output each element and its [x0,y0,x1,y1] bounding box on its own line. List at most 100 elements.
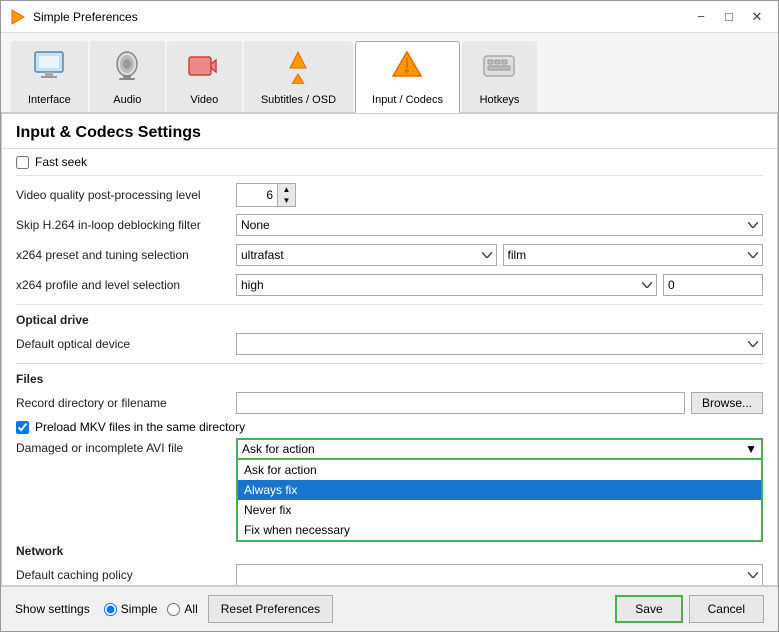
settings-scroll[interactable]: Fast seek Video quality post-processing … [2,149,777,585]
video-quality-spinbox[interactable]: ▲ ▼ [236,183,296,207]
dropdown-arrow-icon: ▼ [745,442,757,456]
tab-subtitles-label: Subtitles / OSD [261,94,336,106]
window-controls: − □ ✕ [688,4,770,30]
damaged-avi-selected: Ask for action [242,442,315,456]
all-radio-label[interactable]: All [167,602,197,616]
nav-tabs: Interface Audio Video [1,33,778,113]
damaged-avi-label: Damaged or incomplete AVI file [16,441,236,455]
audio-icon [109,48,145,91]
skip-deblock-label: Skip H.264 in-loop deblocking filter [16,218,236,232]
damaged-avi-control: Ask for action ▼ Ask for action Always f… [236,438,763,460]
section-heading: Input & Codecs Settings [2,114,777,149]
input-icon [389,48,425,91]
tab-hotkeys-label: Hotkeys [480,94,520,106]
damaged-avi-row: Damaged or incomplete AVI file Ask for a… [16,438,763,464]
network-spacer: Network Default caching policy HTTP prox… [16,544,763,585]
damaged-avi-dropdown[interactable]: Ask for action ▼ Ask for action Always f… [236,438,763,460]
damaged-avi-header[interactable]: Ask for action ▼ [236,438,763,460]
caching-policy-select[interactable] [236,564,763,585]
tab-input-label: Input / Codecs [372,94,443,106]
video-quality-label: Video quality post-processing level [16,188,236,202]
x264-level-input[interactable] [663,274,763,296]
cancel-button[interactable]: Cancel [689,595,764,623]
subtitles-icon [280,48,316,91]
maximize-button[interactable]: □ [716,4,742,30]
record-dir-control: Browse... [236,392,763,414]
skip-deblock-row: Skip H.264 in-loop deblocking filter Non… [16,212,763,238]
reset-button[interactable]: Reset Preferences [208,595,333,623]
optical-device-label: Default optical device [16,337,236,351]
fast-seek-row: Fast seek [16,155,763,169]
spinbox-up-btn[interactable]: ▲ [277,184,295,195]
skip-deblock-control: None Non-ref Bidir Non-key All [236,214,763,236]
tab-video-label: Video [190,94,218,106]
save-button[interactable]: Save [615,595,682,623]
tab-input[interactable]: Input / Codecs [355,41,460,113]
record-dir-input[interactable] [236,392,685,414]
video-quality-row: Video quality post-processing level ▲ ▼ [16,182,763,208]
video-quality-control: ▲ ▼ [236,183,763,207]
x264-preset-select[interactable]: ultrafast superfast veryfast faster fast… [236,244,497,266]
damaged-avi-option-1[interactable]: Always fix [238,480,761,500]
fast-seek-checkbox[interactable] [16,156,29,169]
simple-radio-text: Simple [121,602,158,616]
spinbox-buttons: ▲ ▼ [277,184,295,206]
caching-policy-label: Default caching policy [16,568,236,582]
x264-preset-selects: ultrafast superfast veryfast faster fast… [236,244,763,266]
preload-mkv-checkbox[interactable] [16,421,29,434]
show-settings-label: Show settings [15,602,90,616]
tab-subtitles[interactable]: Subtitles / OSD [244,41,353,112]
record-dir-label: Record directory or filename [16,396,236,410]
simple-radio-label[interactable]: Simple [104,602,158,616]
footer-right: Save Cancel [615,595,764,623]
x264-profile-control: baseline main high high10 high422 high44… [236,274,763,296]
close-button[interactable]: ✕ [744,4,770,30]
title-bar: Simple Preferences − □ ✕ [1,1,778,33]
network-section-title: Network [16,544,763,558]
main-window: Simple Preferences − □ ✕ Interface [0,0,779,632]
x264-preset-row: x264 preset and tuning selection ultrafa… [16,242,763,268]
record-dir-row: Record directory or filename Browse... [16,390,763,416]
x264-preset-control: ultrafast superfast veryfast faster fast… [236,244,763,266]
x264-profile-label: x264 profile and level selection [16,278,236,292]
x264-tuning-select[interactable]: film animation grain stillimage psnr ssi… [503,244,764,266]
optical-device-control [236,333,763,355]
tab-interface[interactable]: Interface [11,41,88,112]
optical-device-select[interactable] [236,333,763,355]
preload-mkv-label: Preload MKV files in the same directory [35,420,245,434]
window-title: Simple Preferences [33,10,688,24]
footer: Show settings Simple All Reset Preferenc… [1,586,778,631]
simple-radio[interactable] [104,603,117,616]
fast-seek-label: Fast seek [35,155,87,169]
skip-deblock-select[interactable]: None Non-ref Bidir Non-key All [236,214,763,236]
app-icon [9,8,27,26]
files-section-title: Files [16,372,763,386]
minimize-button[interactable]: − [688,4,714,30]
video-icon [186,48,222,91]
tab-interface-label: Interface [28,94,71,106]
tab-hotkeys[interactable]: Hotkeys [462,41,537,112]
caching-policy-row: Default caching policy [16,562,763,585]
video-quality-input[interactable] [237,184,277,206]
caching-policy-control [236,564,763,585]
interface-icon [31,48,67,91]
tab-video[interactable]: Video [167,41,242,112]
tab-audio-label: Audio [113,94,141,106]
damaged-avi-option-0[interactable]: Ask for action [238,460,761,480]
x264-profile-row: x264 profile and level selection baselin… [16,272,763,298]
damaged-avi-option-2[interactable]: Never fix [238,500,761,520]
tab-audio[interactable]: Audio [90,41,165,112]
hotkeys-icon [481,48,517,91]
spinbox-down-btn[interactable]: ▼ [277,195,295,206]
preload-mkv-row: Preload MKV files in the same directory [16,420,763,434]
damaged-avi-list: Ask for action Always fix Never fix Fix … [236,460,763,542]
all-radio[interactable] [167,603,180,616]
x264-preset-label: x264 preset and tuning selection [16,248,236,262]
main-content: Input & Codecs Settings Fast seek Video … [1,113,778,586]
browse-button[interactable]: Browse... [691,392,763,414]
footer-left: Show settings Simple All Reset Preferenc… [15,595,615,623]
damaged-avi-option-3[interactable]: Fix when necessary [238,520,761,540]
all-radio-text: All [184,602,197,616]
optical-section-title: Optical drive [16,313,763,327]
x264-profile-select[interactable]: baseline main high high10 high422 high44… [236,274,657,296]
